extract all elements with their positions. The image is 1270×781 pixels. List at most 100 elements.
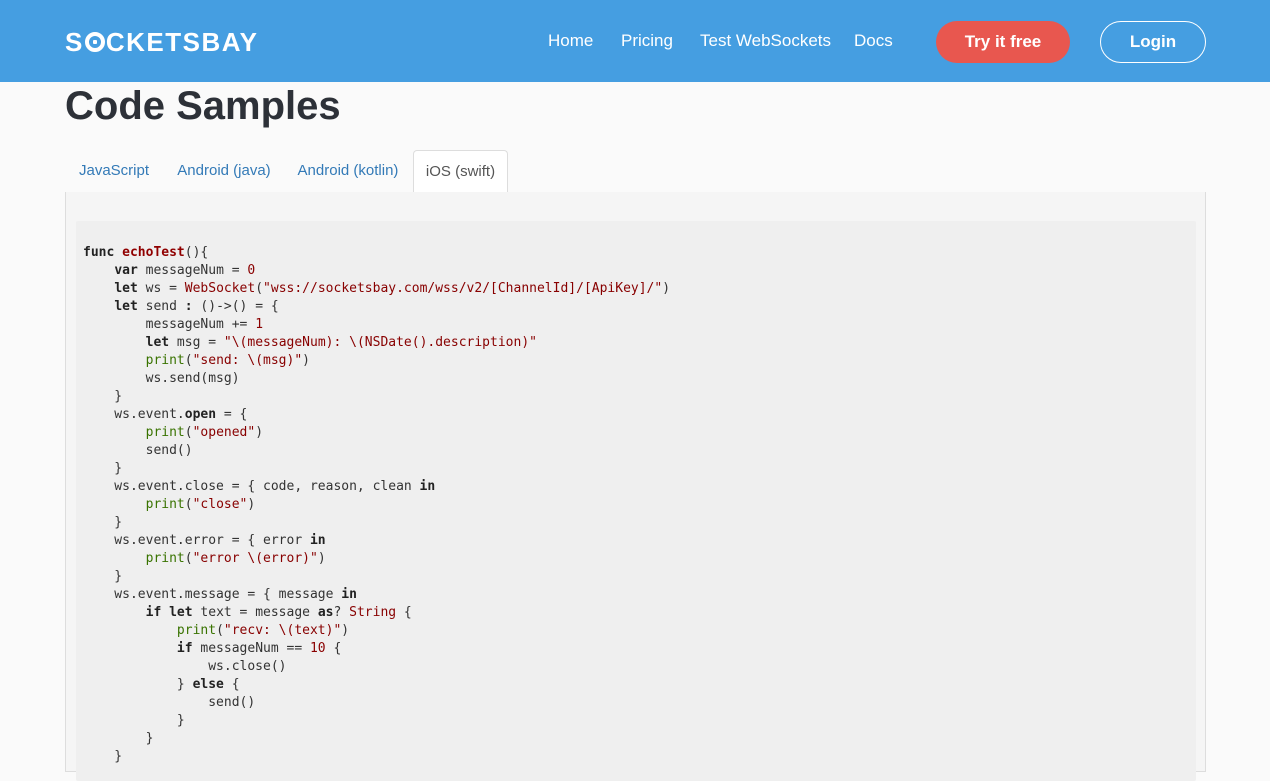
- code-line: if messageNum == 10 {: [83, 640, 670, 658]
- code-token: ): [662, 281, 671, 296]
- code-token: send(): [83, 695, 256, 710]
- code-token: msg =: [169, 335, 224, 350]
- nav-home-link[interactable]: Home: [548, 31, 593, 51]
- code-token: ()->() = {: [192, 299, 279, 314]
- swift-code-listing: func echoTest(){ var messageNum = 0 let …: [83, 244, 670, 766]
- code-line: }: [83, 514, 670, 532]
- code-line: }: [83, 388, 670, 406]
- code-language-tabs: JavaScript Android (java) Android (kotli…: [65, 150, 1206, 193]
- logo-letters-rest: CKETSBAY: [105, 27, 259, 57]
- code-token: ws.event.error = { error: [83, 533, 310, 548]
- code-line: print("error \(error)"): [83, 550, 670, 568]
- code-line: }: [83, 748, 670, 766]
- code-line: print("opened"): [83, 424, 670, 442]
- code-token: }: [83, 389, 123, 404]
- code-token: = {: [216, 407, 248, 422]
- code-token: ): [302, 353, 310, 368]
- code-token: :: [184, 299, 193, 314]
- code-token: echoTest: [122, 245, 185, 260]
- nav-docs-link[interactable]: Docs: [854, 31, 893, 51]
- tab-ios-swift[interactable]: iOS (swift): [413, 150, 508, 193]
- code-line: let send : ()->() = {: [83, 298, 670, 316]
- code-token: WebSocket: [184, 281, 256, 296]
- code-token: {: [325, 641, 342, 656]
- code-token: open: [184, 407, 217, 422]
- code-line: } else {: [83, 676, 670, 694]
- code-line: ws.send(msg): [83, 370, 670, 388]
- code-token: messageNum =: [137, 263, 248, 278]
- code-token: ws =: [137, 281, 185, 296]
- code-token: "recv: \(text)": [223, 623, 342, 638]
- code-token: (: [255, 281, 264, 296]
- code-token: print: [145, 497, 185, 512]
- login-button[interactable]: Login: [1100, 21, 1206, 63]
- code-token: ws.event.message = { message: [83, 587, 342, 602]
- code-line: var messageNum = 0: [83, 262, 670, 280]
- code-token: (: [184, 497, 193, 512]
- code-token: print: [176, 623, 217, 638]
- code-token: }: [83, 749, 123, 764]
- nav-pricing-link[interactable]: Pricing: [621, 31, 673, 51]
- code-token: in: [341, 587, 357, 602]
- code-line: if let text = message as? String {: [83, 604, 670, 622]
- code-token: ?: [333, 605, 350, 620]
- code-line: ws.event.close = { code, reason, clean i…: [83, 478, 670, 496]
- code-token: (: [184, 551, 193, 566]
- code-token: in: [419, 479, 436, 494]
- code-token: "close": [192, 497, 248, 512]
- code-token: func: [83, 245, 123, 260]
- tab-javascript[interactable]: JavaScript: [65, 150, 163, 192]
- code-token: ): [317, 551, 326, 566]
- code-token: send: [137, 299, 185, 314]
- code-line: }: [83, 568, 670, 586]
- tab-content-panel: func echoTest(){ var messageNum = 0 let …: [65, 192, 1206, 781]
- socketsbay-logo[interactable]: S CKETSBAY: [65, 27, 258, 57]
- code-token: if: [176, 641, 193, 656]
- code-token: print: [145, 551, 185, 566]
- code-token: 10: [309, 641, 326, 656]
- code-token: "\(messageNum): \(NSDate().description)": [223, 335, 537, 350]
- code-token: }: [83, 713, 185, 728]
- code-token: messageNum ==: [192, 641, 310, 656]
- code-token: as: [317, 605, 334, 620]
- code-token: (){: [184, 245, 209, 260]
- code-line: func echoTest(){: [83, 244, 670, 262]
- code-line: }: [83, 460, 670, 478]
- code-token: text = message: [192, 605, 318, 620]
- code-line: send(): [83, 442, 670, 460]
- code-line: let ws = WebSocket("wss://socketsbay.com…: [83, 280, 670, 298]
- code-token: }: [83, 569, 123, 584]
- code-sample-block: func echoTest(){ var messageNum = 0 let …: [76, 221, 1196, 781]
- code-token: in: [309, 533, 326, 548]
- code-token: var: [114, 263, 138, 278]
- code-token: let: [169, 605, 193, 620]
- try-it-free-button[interactable]: Try it free: [936, 21, 1070, 63]
- code-token: }: [83, 515, 123, 530]
- nav-test-websockets-link[interactable]: Test WebSockets: [700, 31, 831, 51]
- code-line: ws.event.message = { message in: [83, 586, 670, 604]
- code-token: print: [145, 353, 185, 368]
- code-token: let: [114, 281, 138, 296]
- tab-android-kotlin[interactable]: Android (kotlin): [285, 150, 411, 192]
- code-line: ws.close(): [83, 658, 670, 676]
- tab-android-java[interactable]: Android (java): [165, 150, 283, 192]
- code-token: else: [192, 677, 224, 692]
- code-token: 1: [255, 317, 264, 332]
- code-token: {: [396, 605, 412, 620]
- logo-socket-o-icon: [84, 32, 105, 52]
- code-token: ws.close(): [83, 659, 287, 674]
- code-token: (: [184, 353, 193, 368]
- page-title: Code Samples: [65, 84, 341, 128]
- code-token: "send: \(msg)": [192, 353, 303, 368]
- code-token: }: [83, 731, 154, 746]
